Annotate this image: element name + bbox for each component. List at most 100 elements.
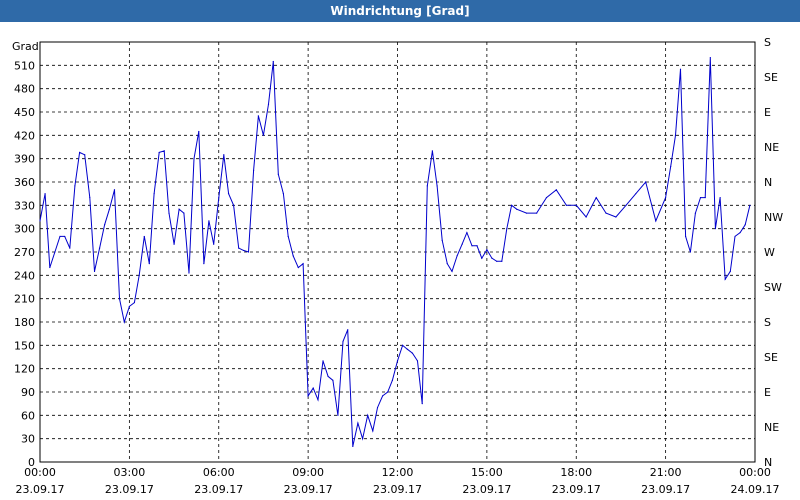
data-point bbox=[123, 321, 125, 323]
data-point bbox=[749, 204, 751, 206]
data-point bbox=[387, 391, 389, 393]
data-point bbox=[684, 235, 687, 238]
data-point bbox=[158, 151, 160, 154]
data-point bbox=[233, 204, 235, 206]
data-point bbox=[670, 165, 672, 168]
x-tick-time-label: 06:00 bbox=[203, 466, 235, 479]
data-point bbox=[347, 329, 349, 331]
data-point bbox=[729, 270, 731, 273]
x-tick-time-label: 15:00 bbox=[471, 466, 503, 479]
data-point bbox=[213, 243, 215, 245]
y-tick-label: 510 bbox=[14, 59, 35, 72]
data-point bbox=[93, 270, 96, 273]
data-point bbox=[49, 266, 51, 269]
data-point bbox=[69, 247, 71, 249]
data-point bbox=[615, 216, 617, 218]
data-point bbox=[337, 414, 339, 416]
data-point bbox=[193, 158, 195, 160]
data-point bbox=[342, 340, 344, 343]
data-point bbox=[153, 193, 155, 195]
data-point bbox=[183, 212, 185, 214]
data-point bbox=[575, 204, 577, 206]
data-point bbox=[287, 235, 289, 238]
y-tick-label: 120 bbox=[14, 363, 35, 376]
data-point bbox=[282, 193, 284, 195]
data-point bbox=[173, 243, 175, 245]
y-tick-label: 480 bbox=[14, 83, 35, 96]
data-point bbox=[565, 204, 568, 206]
data-point bbox=[655, 220, 657, 222]
data-point bbox=[411, 352, 413, 354]
data-point bbox=[421, 403, 423, 405]
data-point bbox=[203, 263, 205, 265]
data-point bbox=[506, 228, 508, 230]
data-point bbox=[332, 379, 334, 381]
data-point bbox=[238, 247, 240, 249]
data-point bbox=[441, 239, 443, 241]
x-tick-date-label: 23.09.17 bbox=[105, 483, 154, 496]
data-point bbox=[426, 185, 428, 187]
data-point bbox=[674, 134, 677, 136]
y-tick-label: 420 bbox=[14, 129, 35, 142]
data-point bbox=[481, 257, 483, 259]
data-point bbox=[297, 266, 299, 269]
data-point bbox=[104, 224, 106, 226]
right-axis-compass-label: NE bbox=[764, 421, 779, 434]
data-point bbox=[138, 274, 140, 276]
x-tick-time-label: 00:00 bbox=[24, 466, 56, 479]
data-point bbox=[396, 360, 399, 362]
right-axis-compass-label: NW bbox=[764, 211, 783, 224]
x-tick-time-label: 12:00 bbox=[382, 466, 414, 479]
x-tick-date-label: 23.09.17 bbox=[373, 483, 422, 496]
data-point bbox=[322, 360, 324, 362]
data-point bbox=[108, 208, 111, 210]
data-point bbox=[585, 216, 587, 218]
data-point bbox=[699, 196, 702, 199]
data-point bbox=[486, 249, 488, 251]
data-point bbox=[555, 189, 557, 191]
data-point bbox=[496, 260, 498, 262]
data-point bbox=[302, 263, 304, 265]
line-chart: 0306090120150180210240270300330360390420… bbox=[12, 36, 783, 496]
y-tick-label: 390 bbox=[14, 153, 35, 166]
data-point bbox=[143, 235, 145, 238]
data-point bbox=[218, 196, 220, 199]
data-point bbox=[431, 150, 433, 152]
data-point bbox=[168, 212, 170, 214]
data-point bbox=[501, 260, 503, 262]
data-point bbox=[198, 130, 200, 133]
y-tick-label: 240 bbox=[14, 269, 35, 282]
data-point bbox=[679, 68, 682, 70]
data-point bbox=[689, 251, 691, 253]
chart-title: Windrichtung [Grad] bbox=[0, 0, 800, 22]
y-tick-label: 270 bbox=[14, 246, 35, 259]
data-point bbox=[744, 224, 746, 226]
data-point bbox=[54, 251, 56, 253]
data-point bbox=[694, 212, 697, 214]
data-point bbox=[292, 255, 294, 257]
right-axis-compass-label: W bbox=[764, 246, 775, 259]
x-tick-time-label: 18:00 bbox=[560, 466, 592, 479]
data-point bbox=[118, 298, 121, 300]
x-tick-date-label: 23.09.17 bbox=[16, 483, 65, 496]
data-point bbox=[44, 193, 46, 195]
data-point bbox=[163, 150, 165, 152]
data-point bbox=[724, 278, 726, 280]
data-point bbox=[391, 379, 394, 381]
data-point bbox=[208, 220, 210, 222]
data-point bbox=[227, 193, 230, 195]
data-point bbox=[327, 375, 329, 378]
data-point bbox=[525, 212, 528, 214]
data-point bbox=[277, 173, 279, 175]
data-point bbox=[253, 169, 255, 171]
data-point bbox=[665, 196, 667, 199]
right-axis-compass-label: NE bbox=[764, 141, 779, 154]
data-point bbox=[734, 235, 736, 238]
data-point bbox=[739, 231, 741, 234]
data-point bbox=[382, 395, 384, 397]
data-point bbox=[148, 263, 150, 265]
x-tick-date-label: 23.09.17 bbox=[284, 483, 333, 496]
data-point bbox=[436, 185, 438, 187]
data-point bbox=[367, 414, 369, 416]
data-point bbox=[223, 154, 225, 156]
